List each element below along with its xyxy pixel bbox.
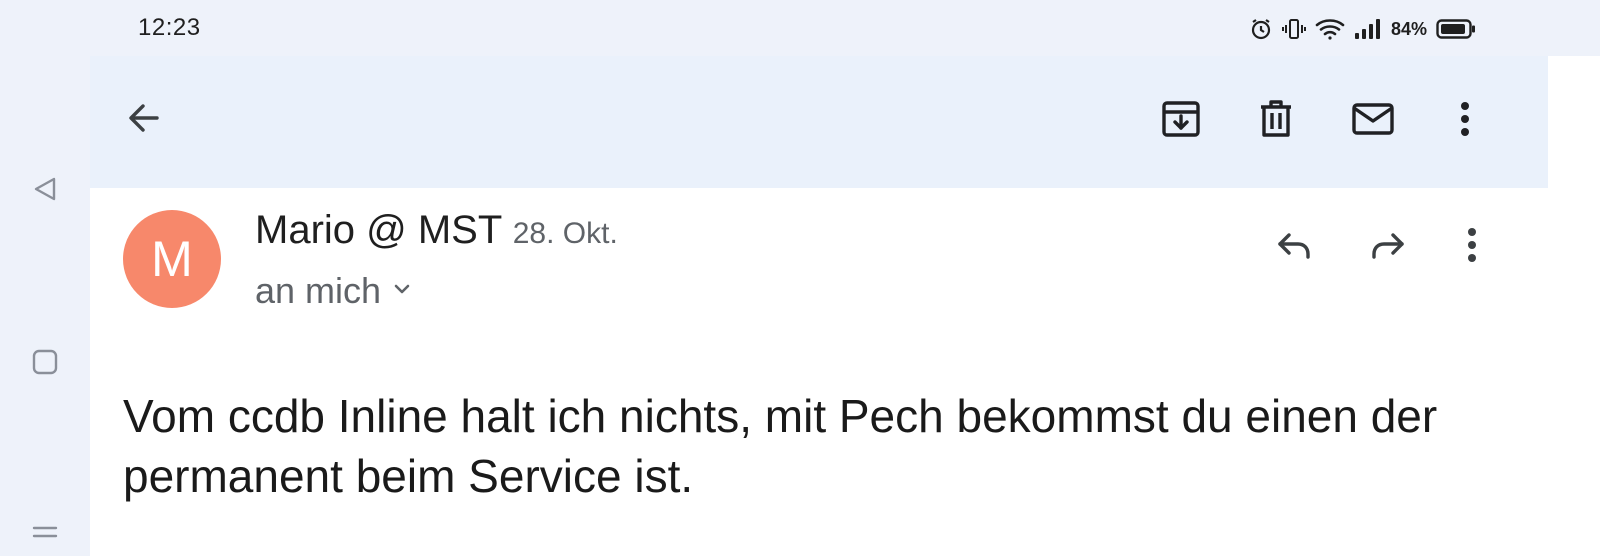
- chevron-down-icon: [391, 278, 413, 305]
- email-toolbar: [90, 56, 1548, 188]
- battery-percent: 84%: [1390, 18, 1427, 39]
- status-bar: 12:23 84%: [0, 0, 1600, 56]
- wifi-icon: [1315, 17, 1345, 41]
- archive-icon: [1161, 99, 1201, 144]
- right-edge-panel: [1548, 56, 1600, 556]
- signal-icon: [1354, 17, 1382, 41]
- delete-icon: [1256, 99, 1296, 144]
- sender-name[interactable]: Mario @ MST: [255, 208, 502, 252]
- back-triangle-icon[interactable]: [30, 174, 60, 204]
- archive-button[interactable]: [1157, 97, 1205, 145]
- message-more-button[interactable]: [1448, 223, 1496, 271]
- more-vert-icon: [1466, 225, 1478, 270]
- mark-unread-button[interactable]: [1349, 97, 1397, 145]
- more-vert-icon: [1459, 99, 1471, 144]
- message-body: Vom ccdb Inline halt ich nichts, mit Pec…: [123, 390, 1438, 502]
- message-date: 28. Okt.: [512, 217, 618, 250]
- forward-button[interactable]: [1364, 223, 1412, 271]
- home-square-icon[interactable]: [30, 347, 60, 377]
- more-options-button[interactable]: [1441, 97, 1489, 145]
- reply-icon: [1274, 225, 1314, 270]
- recipient-toggle[interactable]: an mich: [255, 270, 413, 312]
- avatar-letter: M: [151, 231, 193, 287]
- back-button[interactable]: [120, 96, 168, 144]
- alarm-icon: [1249, 17, 1273, 41]
- back-arrow-icon: [124, 98, 164, 143]
- recipient-label: an mich: [255, 270, 382, 311]
- forward-icon: [1368, 225, 1408, 270]
- status-time: 12:23: [138, 14, 201, 41]
- mark-unread-icon: [1351, 99, 1395, 144]
- status-icons: 84%: [1249, 12, 1476, 46]
- sender-line: Mario @ MST 28. Okt.: [255, 208, 618, 253]
- reply-button[interactable]: [1270, 223, 1318, 271]
- email-screen: 12:23 84% M Mario @ MST 28. Okt. an mich…: [0, 0, 1600, 556]
- menu-lines-icon[interactable]: [30, 518, 60, 548]
- system-nav-bar: [0, 56, 90, 556]
- vibrate-icon: [1281, 17, 1306, 41]
- email-content: M Mario @ MST 28. Okt. an mich Vom ccdb …: [90, 188, 1548, 556]
- battery-icon: [1436, 17, 1476, 41]
- delete-button[interactable]: [1252, 97, 1300, 145]
- sender-avatar[interactable]: M: [123, 210, 221, 308]
